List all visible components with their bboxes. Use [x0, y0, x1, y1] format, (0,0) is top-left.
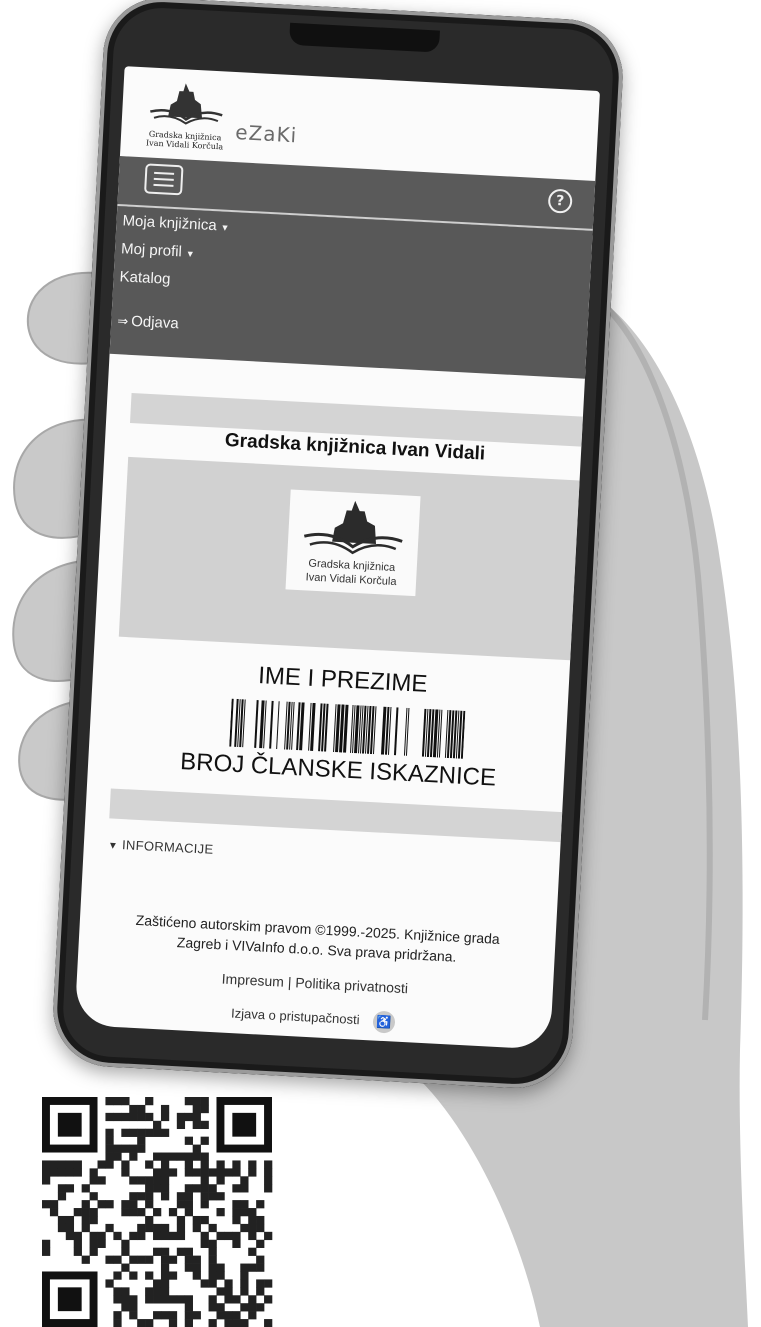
hamburger-menu-icon[interactable] — [144, 163, 184, 196]
logout-link[interactable]: ⇒ Odjava — [117, 312, 179, 332]
footer-copyright: Zaštićeno autorskim pravom ©1999.-2025. … — [79, 907, 556, 972]
card-bottom-bar — [109, 788, 563, 843]
accessibility-icon[interactable]: ♿ — [372, 1010, 396, 1034]
castle-book-icon — [303, 500, 403, 555]
nav-item-moja-knjiznica[interactable]: Moja knjižnica ▼ — [122, 212, 230, 235]
link-separator: | — [287, 973, 292, 991]
help-icon[interactable]: ? — [547, 188, 573, 214]
accessibility-statement: Izjava o pristupačnosti ♿ — [75, 995, 551, 1042]
privacy-policy-link[interactable]: Politika privatnosti — [295, 974, 409, 996]
castle-book-icon — [150, 83, 223, 125]
member-name: IME I PREZIME — [257, 662, 429, 698]
impresum-link[interactable]: Impresum — [221, 971, 284, 990]
membership-barcode — [229, 698, 466, 759]
nav-item-label: Moj profil — [120, 240, 183, 261]
info-toggle-label: INFORMACIJE — [121, 837, 214, 857]
nav-item-moj-profil[interactable]: Moj profil ▼ — [121, 240, 196, 261]
card-library-logo: Gradska knjižnica Ivan Vidali Korčula — [285, 489, 421, 597]
qr-code[interactable] — [42, 1097, 278, 1327]
logout-icon: ⇒ — [116, 313, 129, 329]
library-logo: Gradska knjižnica Ivan Vidali Korčula — [138, 75, 234, 152]
phone-screen: Gradska knjižnica Ivan Vidali Korčula eZ… — [74, 66, 601, 1050]
nav-item-katalog[interactable]: Katalog — [119, 268, 171, 288]
smartphone: Gradska knjižnica Ivan Vidali Korčula eZ… — [50, 0, 626, 1091]
accessibility-link[interactable]: Izjava o pristupačnosti — [231, 1005, 360, 1027]
logout-label: Odjava — [130, 312, 180, 333]
nav-item-label: Moja knjižnica — [122, 212, 218, 235]
card-logo-panel: Gradska knjižnica Ivan Vidali Korčula — [118, 456, 580, 661]
caret-down-icon: ▼ — [220, 222, 230, 233]
nav-item-label: Katalog — [119, 268, 171, 288]
phone-notch — [289, 22, 440, 53]
info-toggle[interactable]: ▼ INFORMACIJE — [108, 836, 214, 857]
app-name: eZaKi — [234, 120, 298, 148]
site-brand[interactable]: Gradska knjižnica Ivan Vidali Korčula eZ… — [138, 75, 299, 155]
caret-down-icon: ▼ — [185, 248, 195, 260]
nav-menu: Moja knjižnica ▼ Moj profil ▼ Katalog ⇒ Odj… — [109, 205, 593, 379]
chevron-down-icon: ▼ — [107, 840, 119, 852]
